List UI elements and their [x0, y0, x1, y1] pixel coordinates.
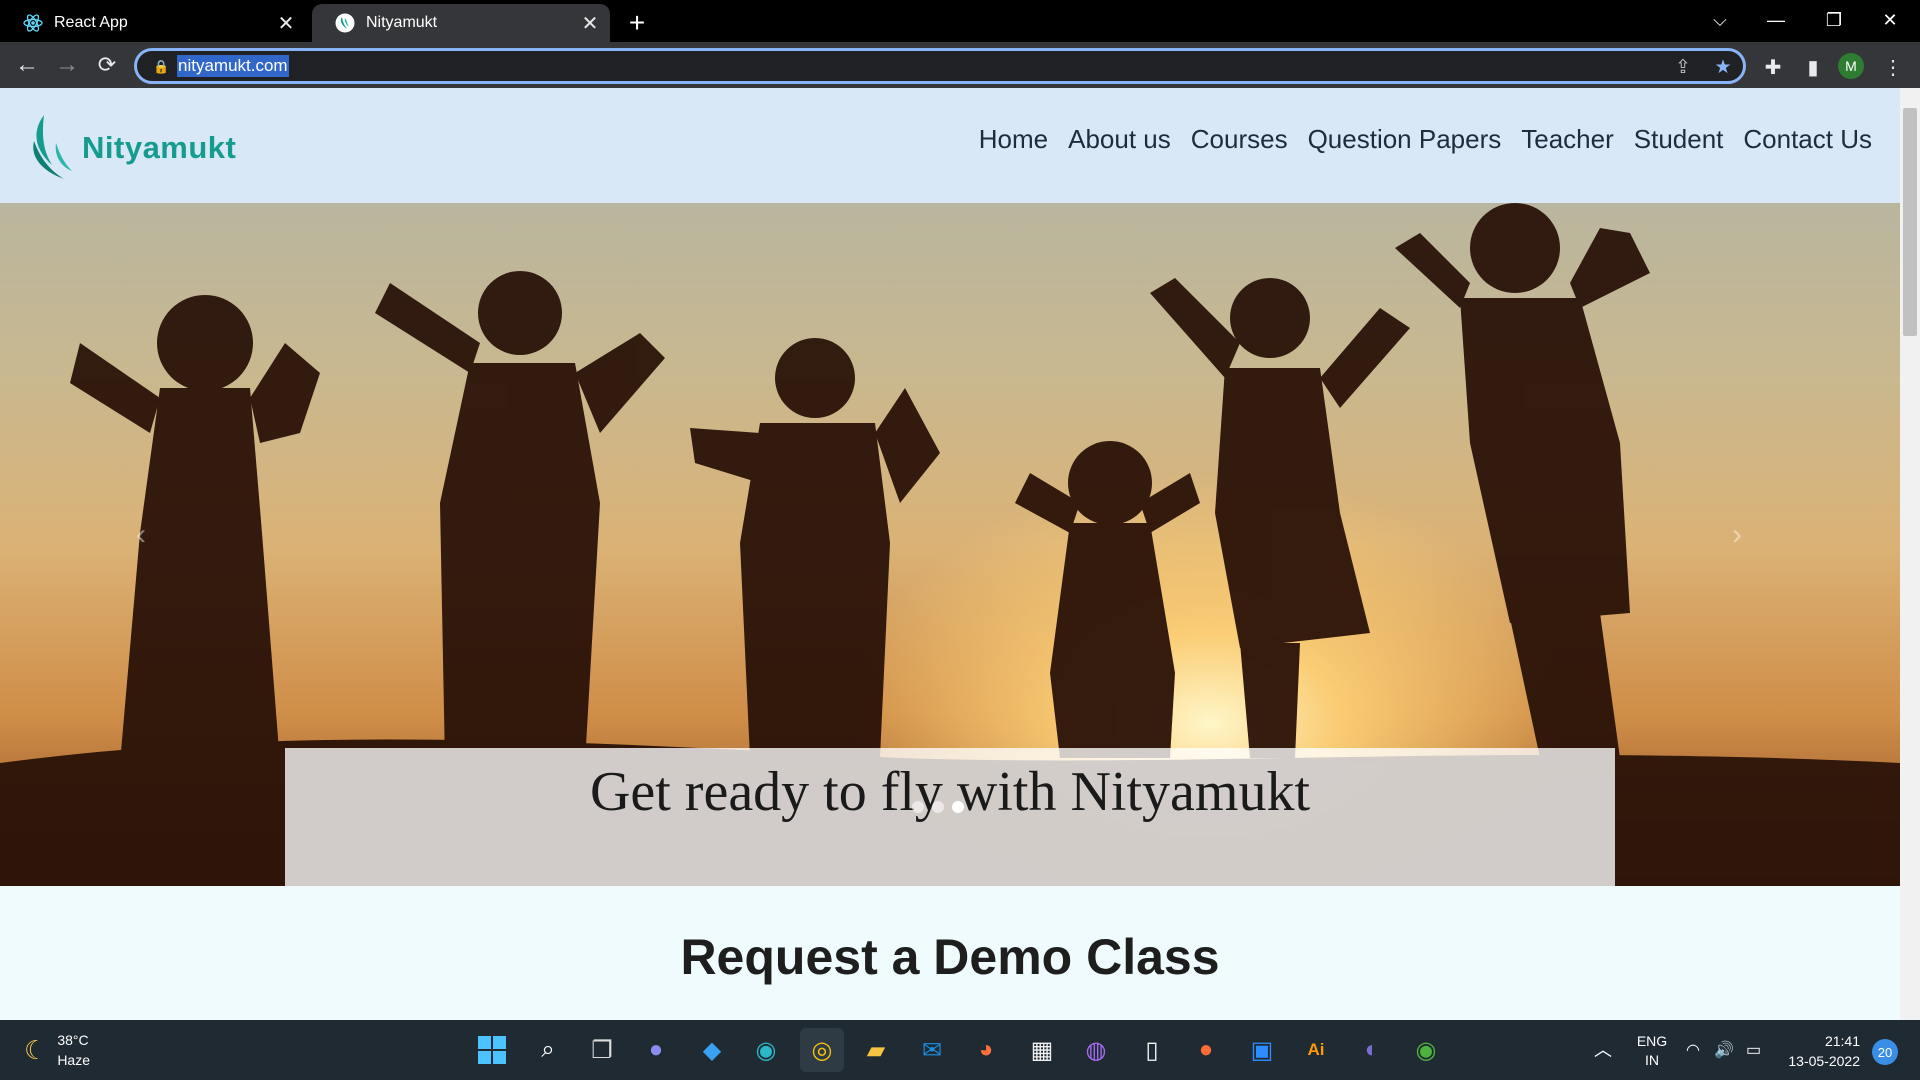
carousel-next-arrow[interactable]: ›: [1722, 518, 1752, 552]
back-button[interactable]: ←: [10, 48, 44, 82]
language-indicator[interactable]: ENG IN: [1630, 1032, 1674, 1070]
more-menu-icon[interactable]: ⋮: [1876, 50, 1910, 84]
scrollbar-thumb[interactable]: [1903, 108, 1917, 336]
nityamukt-favicon: [334, 12, 356, 34]
tab-title: Nityamukt: [366, 14, 438, 31]
clock-time: 21:41: [1824, 1033, 1860, 1049]
tab-nityamukt[interactable]: Nityamukt ✕: [312, 4, 610, 42]
demo-section: Request a Demo Class: [0, 886, 1900, 1020]
site-logo[interactable]: Nityamukt: [30, 108, 236, 188]
carousel-indicator-1[interactable]: [912, 801, 924, 813]
carousel-indicator-3[interactable]: [952, 801, 964, 813]
illustrator-icon[interactable]: Ai: [1294, 1028, 1338, 1072]
nav-teacher[interactable]: Teacher: [1521, 124, 1614, 155]
tab-title: React App: [54, 14, 128, 31]
nav-courses[interactable]: Courses: [1191, 124, 1288, 155]
notepad-icon[interactable]: ▯: [1130, 1028, 1174, 1072]
close-tab-icon[interactable]: ✕: [576, 11, 604, 36]
address-bar[interactable]: 🔒 nityamukt.com: [134, 48, 1746, 84]
minimize-button[interactable]: —: [1748, 0, 1804, 40]
clock-date: 13-05-2022: [1788, 1053, 1860, 1069]
task-view-icon[interactable]: ❐: [580, 1028, 624, 1072]
lang-region: IN: [1645, 1052, 1659, 1068]
restore-button[interactable]: ❐: [1806, 0, 1862, 40]
vscode-icon[interactable]: ◆: [690, 1028, 734, 1072]
section-title: Request a Demo Class: [680, 929, 1220, 985]
zoom-icon[interactable]: ▣: [1240, 1028, 1284, 1072]
close-window-button[interactable]: ✕: [1862, 0, 1918, 40]
brand-name: Nityamukt: [82, 130, 237, 165]
profile-avatar[interactable]: M: [1838, 53, 1864, 79]
leaf-logo-icon: [33, 115, 72, 179]
carousel-indicator-2[interactable]: [932, 801, 944, 813]
ms-store-icon[interactable]: ▦: [1020, 1028, 1064, 1072]
weather-widget[interactable]: ☾ 38°C Haze: [24, 1030, 90, 1070]
volume-icon[interactable]: 🔊: [1714, 1040, 1734, 1060]
weather-temp: 38°C: [57, 1032, 89, 1048]
show-hidden-icons-chevron[interactable]: ︿: [1594, 1036, 1612, 1062]
nav-contact-us[interactable]: Contact Us: [1743, 124, 1872, 155]
chrome-icon[interactable]: ◎: [800, 1028, 844, 1072]
windows-start-icon[interactable]: [470, 1028, 514, 1072]
hero-carousel: ‹ › Get ready to fly with Nityamukt: [0, 203, 1900, 886]
close-tab-icon[interactable]: ✕: [272, 11, 300, 36]
new-tab-button[interactable]: +: [620, 6, 654, 40]
hero-caption-box: Get ready to fly with Nityamukt: [285, 748, 1615, 886]
reload-button[interactable]: ⟳: [90, 48, 124, 82]
web-page: Nityamukt Home About us Courses Question…: [0, 88, 1900, 1020]
search-icon[interactable]: ⌕: [526, 1028, 570, 1072]
share-icon[interactable]: ⇪: [1668, 52, 1698, 82]
edge-icon[interactable]: ◉: [744, 1028, 788, 1072]
moon-icon: ☾: [24, 1034, 48, 1065]
main-menu: Home About us Courses Question Papers Te…: [959, 124, 1872, 155]
eclipse-icon[interactable]: ◐: [1350, 1028, 1394, 1072]
postman-icon[interactable]: ●: [1184, 1028, 1228, 1072]
react-icon: [22, 12, 44, 34]
side-panel-icon[interactable]: ▮: [1796, 50, 1830, 84]
carousel-prev-arrow[interactable]: ‹: [126, 518, 156, 552]
battery-icon[interactable]: ▭: [1746, 1040, 1761, 1060]
nav-home[interactable]: Home: [979, 124, 1048, 155]
mail-icon[interactable]: ✉: [910, 1028, 954, 1072]
tab-react-app[interactable]: React App ✕: [0, 4, 306, 42]
extensions-icon[interactable]: ✚: [1756, 50, 1790, 84]
file-explorer-icon[interactable]: ▰: [854, 1028, 898, 1072]
nav-question-papers[interactable]: Question Papers: [1308, 124, 1502, 155]
site-navbar: Nityamukt Home About us Courses Question…: [0, 88, 1900, 203]
address-text[interactable]: nityamukt.com: [177, 55, 289, 77]
forward-button[interactable]: →: [50, 48, 84, 82]
hero-caption: Get ready to fly with Nityamukt: [589, 761, 1311, 823]
nav-student[interactable]: Student: [1634, 124, 1724, 155]
clock[interactable]: 21:41 13-05-2022: [1776, 1031, 1860, 1071]
weather-desc: Haze: [57, 1052, 90, 1068]
nav-about-us[interactable]: About us: [1068, 124, 1171, 155]
tab-search-icon[interactable]: ⌵: [1692, 0, 1748, 40]
lang-code: ENG: [1636, 1033, 1668, 1049]
bookmark-star-icon[interactable]: ★: [1708, 52, 1738, 82]
firefox-icon[interactable]: ◕: [964, 1028, 1008, 1072]
mongodb-compass-icon[interactable]: ◉: [1404, 1028, 1448, 1072]
github-desktop-icon[interactable]: ◍: [1074, 1028, 1118, 1072]
lock-icon: 🔒: [153, 59, 170, 74]
wifi-icon[interactable]: ◠: [1686, 1040, 1700, 1060]
teams-chat-icon[interactable]: ●: [634, 1028, 678, 1072]
notification-badge[interactable]: 20: [1872, 1039, 1898, 1065]
